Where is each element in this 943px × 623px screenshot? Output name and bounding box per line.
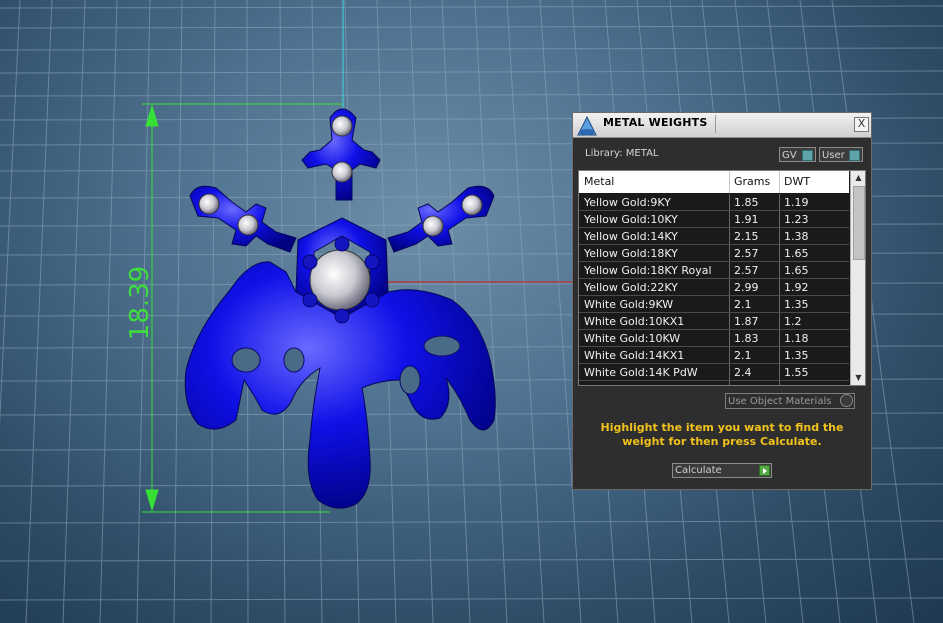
dimension-label: 18.39 bbox=[125, 265, 155, 341]
dwt-cell: 1.18 bbox=[784, 332, 809, 345]
metal-cell: Yellow Gold:18KY Royal bbox=[584, 264, 712, 277]
grams-cell: 2.57 bbox=[734, 247, 759, 260]
flask-icon bbox=[577, 115, 597, 136]
close-button[interactable]: X bbox=[854, 117, 869, 132]
grams-cell: 1.85 bbox=[734, 196, 759, 209]
metal-table[interactable]: Metal Grams DWT Yellow Gold:9KY 1.85 1.19 Y… bbox=[578, 170, 866, 386]
metal-cell: Yellow Gold:18KY bbox=[584, 247, 678, 260]
table-row[interactable]: White Gold:9KW 2.1 1.35 bbox=[579, 296, 849, 313]
grams-cell: 2.99 bbox=[734, 281, 759, 294]
panel-titlebar[interactable]: METAL WEIGHTS X bbox=[573, 113, 871, 138]
metal-cell: Yellow Gold:10KY bbox=[584, 213, 678, 226]
grams-cell: 2.15 bbox=[734, 230, 759, 243]
table-header: Metal Grams DWT bbox=[579, 171, 849, 193]
grams-cell: 1.87 bbox=[734, 315, 759, 328]
metal-cell: White Gold:10KW bbox=[584, 332, 681, 345]
calculate-label: Calculate bbox=[675, 465, 722, 476]
panel-title: METAL WEIGHTS bbox=[603, 116, 708, 129]
table-row[interactable]: Yellow Gold:18KY Royal 2.57 1.65 bbox=[579, 262, 849, 279]
table-row[interactable]: White Gold:10KW 1.83 1.18 bbox=[579, 330, 849, 347]
grams-cell: 2.1 bbox=[734, 298, 752, 311]
scroll-thumb[interactable] bbox=[853, 186, 865, 260]
instruction-text: Highlight the item you want to find the … bbox=[600, 421, 844, 448]
dwt-cell: 1.19 bbox=[784, 196, 809, 209]
table-scrollbar[interactable]: ▲ ▼ bbox=[850, 171, 865, 385]
dwt-cell: 1.65 bbox=[784, 247, 809, 260]
metal-cell: White Gold:9KW bbox=[584, 298, 674, 311]
scroll-down-icon[interactable]: ▼ bbox=[851, 371, 865, 385]
grams-cell: 1.91 bbox=[734, 213, 759, 226]
dwt-cell: 1.65 bbox=[784, 264, 809, 277]
metal-weights-panel: METAL WEIGHTS X Library: METAL GV User M… bbox=[572, 112, 872, 490]
dwt-cell: 1.38 bbox=[784, 230, 809, 243]
metal-cell: Yellow Gold:9KY bbox=[584, 196, 671, 209]
grams-cell: 1.83 bbox=[734, 332, 759, 345]
gv-toggle[interactable]: GV bbox=[779, 147, 816, 162]
title-separator bbox=[715, 115, 851, 133]
gv-toggle-indicator-icon bbox=[802, 150, 813, 161]
grams-cell: 2.1 bbox=[734, 349, 752, 362]
use-object-materials-toggle-icon[interactable] bbox=[840, 394, 853, 407]
play-arrow-icon bbox=[759, 465, 770, 476]
dwt-cell: 1.35 bbox=[784, 349, 809, 362]
table-row[interactable]: Yellow Gold:9KY 1.85 1.19 bbox=[579, 194, 849, 211]
dwt-cell: 1.55 bbox=[784, 366, 809, 379]
column-header-grams[interactable]: Grams bbox=[734, 175, 770, 188]
column-header-metal[interactable]: Metal bbox=[584, 175, 614, 188]
use-object-materials-checkbox[interactable]: Use Object Materials bbox=[725, 393, 855, 409]
dwt-cell: 1.92 bbox=[784, 281, 809, 294]
table-row[interactable]: Yellow Gold:18KY 2.57 1.65 bbox=[579, 245, 849, 262]
dwt-cell: 1.2 bbox=[784, 315, 802, 328]
metal-cell: Yellow Gold:14KY bbox=[584, 230, 678, 243]
table-rows: Yellow Gold:9KY 1.85 1.19 Yellow Gold:10KY 1… bbox=[579, 194, 849, 381]
grams-cell: 2.4 bbox=[734, 366, 752, 379]
library-label: Library: METAL bbox=[585, 148, 659, 159]
table-row[interactable]: Yellow Gold:10KY 1.91 1.23 bbox=[579, 211, 849, 228]
grams-cell: 2.57 bbox=[734, 264, 759, 277]
metal-cell: Yellow Gold:22KY bbox=[584, 281, 678, 294]
user-toggle[interactable]: User bbox=[819, 147, 863, 162]
column-header-dwt[interactable]: DWT bbox=[784, 175, 810, 188]
gv-toggle-label: GV bbox=[782, 150, 797, 161]
metal-cell: White Gold:14K PdW bbox=[584, 366, 698, 379]
metal-cell: White Gold:14KX1 bbox=[584, 349, 685, 362]
user-toggle-indicator-icon bbox=[849, 150, 860, 161]
user-toggle-label: User bbox=[822, 150, 845, 161]
calculate-button[interactable]: Calculate bbox=[672, 463, 772, 478]
table-row[interactable]: Yellow Gold:14KY 2.15 1.38 bbox=[579, 228, 849, 245]
table-row[interactable]: White Gold:10KX1 1.87 1.2 bbox=[579, 313, 849, 330]
table-row[interactable]: Yellow Gold:22KY 2.99 1.92 bbox=[579, 279, 849, 296]
dwt-cell: 1.35 bbox=[784, 298, 809, 311]
scroll-up-icon[interactable]: ▲ bbox=[851, 171, 865, 185]
dwt-cell: 1.23 bbox=[784, 213, 809, 226]
table-row[interactable]: White Gold:14K PdW 2.4 1.55 bbox=[579, 364, 849, 381]
metal-cell: White Gold:10KX1 bbox=[584, 315, 685, 328]
table-row[interactable]: White Gold:14KX1 2.1 1.35 bbox=[579, 347, 849, 364]
